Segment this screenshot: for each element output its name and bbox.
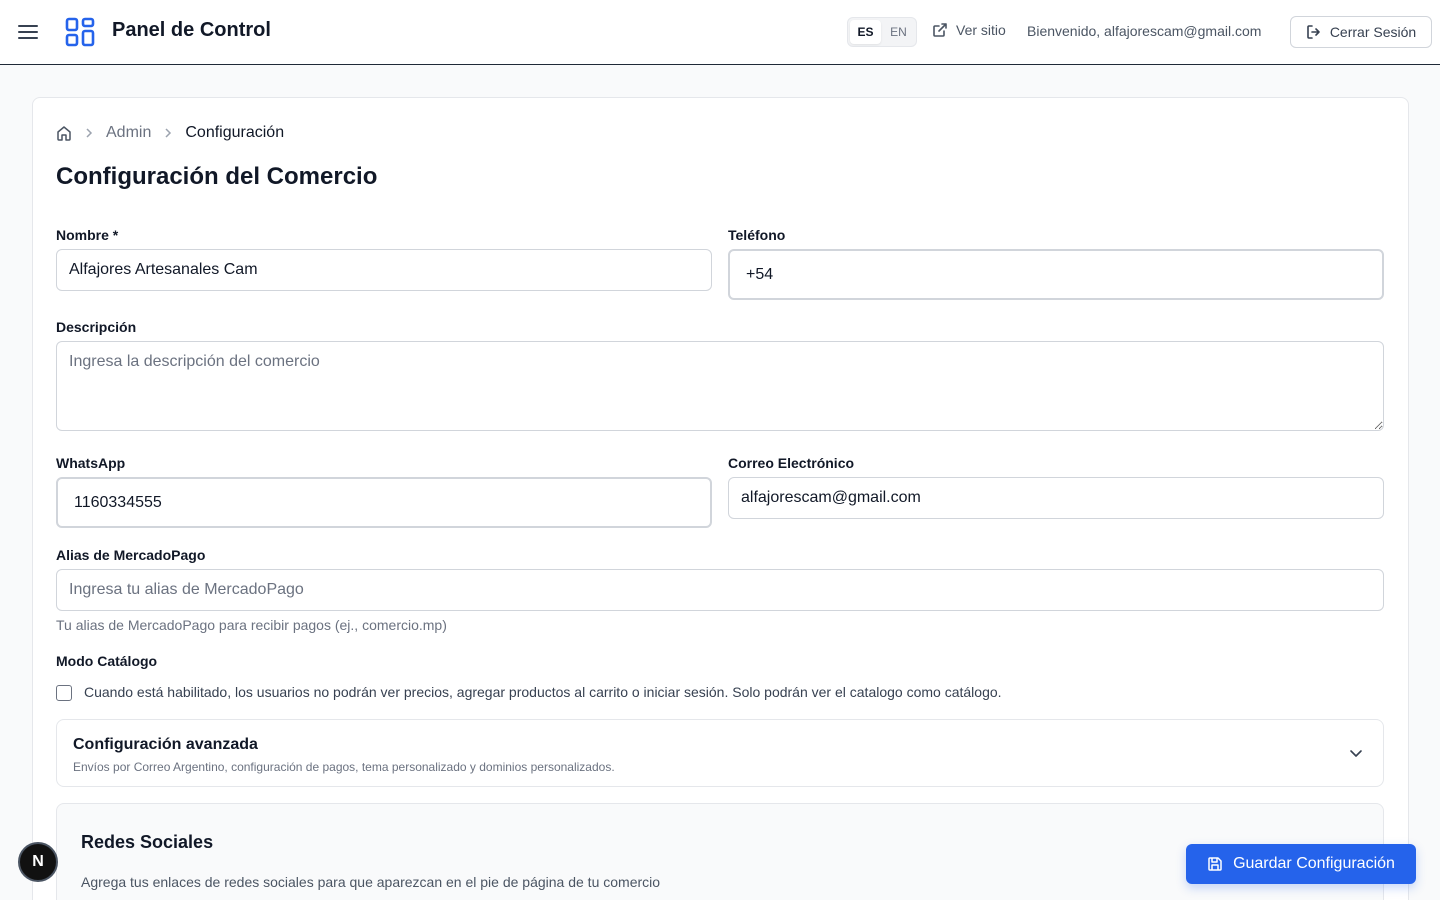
top-header: Panel de Control ES EN Ver sitio Bienven… — [0, 0, 1440, 65]
social-networks-section: Redes Sociales Agrega tus enlaces de red… — [56, 803, 1384, 900]
social-networks-subtitle: Agrega tus enlaces de redes sociales par… — [81, 874, 661, 890]
breadcrumb-admin[interactable]: Admin — [106, 124, 151, 142]
whatsapp-label: WhatsApp — [56, 455, 126, 471]
name-label: Nombre * — [56, 227, 119, 243]
description-textarea[interactable] — [56, 341, 1384, 431]
social-networks-title: Redes Sociales — [81, 832, 214, 852]
app-title: Panel de Control — [112, 19, 271, 41]
dashboard-logo-icon — [64, 16, 96, 48]
view-site-label: Ver sitio — [956, 22, 1006, 38]
external-link-icon — [933, 23, 947, 37]
catalog-mode-checkbox[interactable] — [56, 685, 72, 701]
save-settings-button[interactable]: Guardar Configuración — [1186, 844, 1416, 884]
view-site-link[interactable]: Ver sitio — [932, 22, 1006, 38]
home-icon[interactable] — [56, 125, 72, 141]
mp-alias-label: Alias de MercadoPago — [56, 547, 206, 563]
advanced-settings-subtitle: Envíos por Correo Argentino, configuraci… — [73, 760, 615, 774]
email-input[interactable] — [728, 477, 1384, 519]
next-dev-badge[interactable]: N — [18, 842, 58, 882]
chevron-down-icon — [1350, 750, 1362, 757]
description-label: Descripción — [56, 319, 137, 335]
lang-es-button[interactable]: ES — [850, 20, 881, 44]
logout-icon — [1307, 25, 1320, 39]
breadcrumb: Admin Configuración — [56, 124, 284, 142]
page-title: Configuración del Comercio — [56, 163, 378, 190]
phone-label: Teléfono — [728, 227, 786, 243]
menu-icon[interactable] — [16, 20, 40, 44]
chevron-right-icon — [165, 128, 172, 138]
save-icon — [1208, 857, 1222, 871]
mp-alias-input[interactable] — [56, 569, 1384, 611]
chevron-right-icon — [86, 128, 93, 138]
catalog-mode-description: Cuando está habilitado, los usuarios no … — [84, 684, 1002, 700]
whatsapp-input[interactable] — [56, 477, 712, 528]
logout-label: Cerrar Sesión — [1329, 24, 1417, 40]
advanced-settings-toggle[interactable]: Configuración avanzada Envíos por Correo… — [56, 719, 1384, 787]
catalog-mode-label: Modo Catálogo — [56, 653, 158, 669]
phone-input[interactable] — [728, 249, 1384, 300]
advanced-settings-title: Configuración avanzada — [73, 736, 258, 753]
lang-en-button[interactable]: EN — [883, 20, 914, 44]
name-input[interactable] — [56, 249, 712, 291]
mp-alias-help: Tu alias de MercadoPago para recibir pag… — [56, 617, 447, 633]
breadcrumb-current: Configuración — [185, 124, 285, 141]
language-toggle: ES EN — [847, 17, 917, 47]
welcome-text: Bienvenido, alfajorescam@gmail.com — [1027, 23, 1262, 39]
email-label: Correo Electrónico — [728, 455, 855, 471]
save-settings-label: Guardar Configuración — [1233, 855, 1395, 872]
logout-button[interactable]: Cerrar Sesión — [1290, 16, 1432, 48]
